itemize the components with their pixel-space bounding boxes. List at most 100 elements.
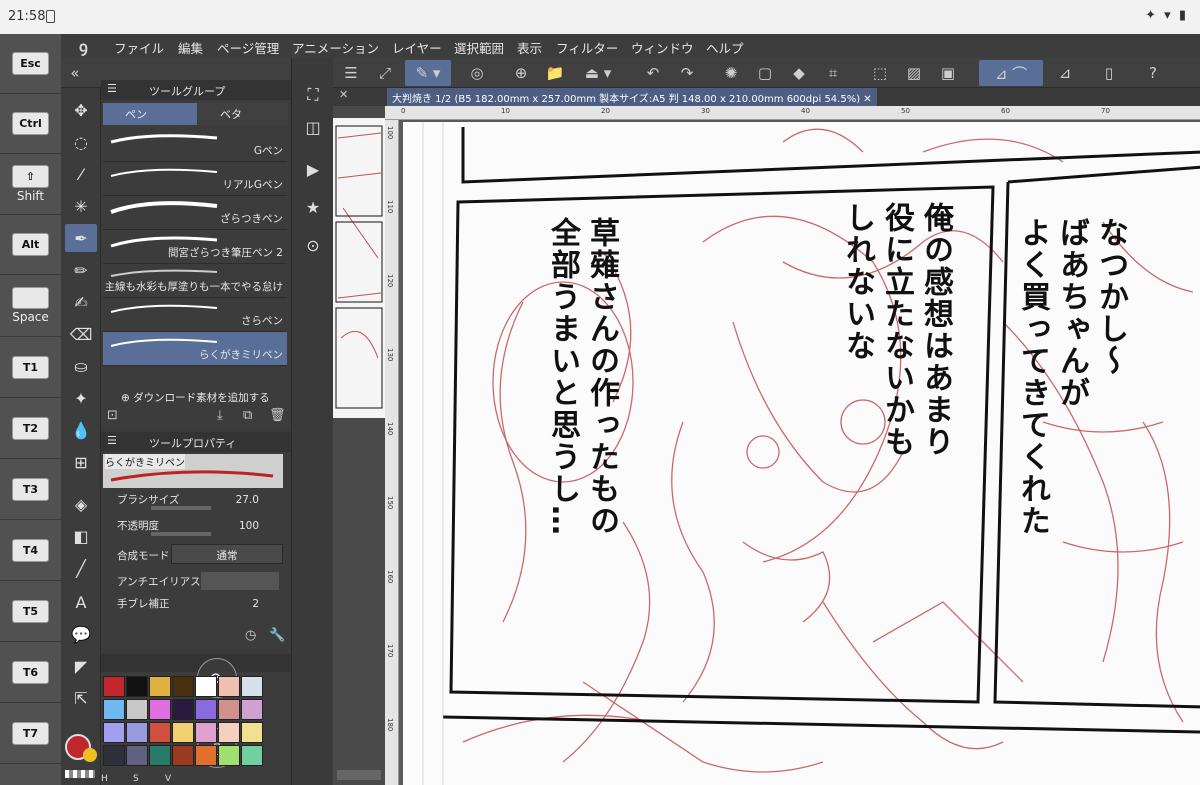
favorites-icon[interactable]: ★	[298, 192, 328, 222]
panel-settings-icon[interactable]: ⊡	[107, 408, 118, 423]
esc-key[interactable]: Esc	[0, 34, 61, 94]
color-swatch[interactable]	[218, 745, 240, 766]
close-icon[interactable]: ✕	[333, 88, 385, 106]
frame-cut-icon[interactable]: ◤	[65, 652, 97, 680]
duplicate-icon[interactable]: ⧉	[243, 408, 252, 423]
brush-item[interactable]: ざらつきペン	[103, 196, 287, 230]
layer-icon[interactable]: ◫	[298, 112, 328, 142]
ruler-snap-icon[interactable]: ⊿ ⌒	[979, 60, 1043, 86]
space-key[interactable]: Space	[0, 275, 61, 337]
record-icon[interactable]: ◎	[463, 60, 491, 86]
anti-alias-row[interactable]: アンチエイリアス	[101, 570, 291, 592]
color-swatch[interactable]	[241, 722, 263, 743]
download-material-button[interactable]: ⊕ ダウンロード素材を追加する	[121, 390, 270, 405]
menu-animation[interactable]: アニメーション	[292, 38, 379, 57]
t6-key[interactable]: T6	[0, 642, 61, 703]
pen-tool-icon[interactable]: ✒	[65, 224, 97, 252]
menu-selection[interactable]: 選択範囲	[454, 38, 504, 57]
menu-page[interactable]: ページ管理	[217, 38, 279, 57]
save-icon[interactable]: ⏏ ▾	[575, 60, 621, 86]
color-swatch[interactable]	[195, 699, 217, 720]
fit-canvas-icon[interactable]: ⤢	[371, 60, 399, 86]
hamburger-menu-icon[interactable]: ☰	[337, 60, 365, 86]
menu-file[interactable]: ファイル	[114, 38, 164, 57]
tab-fill[interactable]: ベタ	[198, 103, 288, 125]
brush-item[interactable]: リアルGペン	[103, 162, 287, 196]
anti-alias-options[interactable]	[201, 572, 279, 590]
speech-text-middle[interactable]: 俺の感想はあまり 役に立たないかも しれないな	[838, 202, 955, 602]
speech-text-right[interactable]: なつかし〜 ばあちゃんが よく買ってきてくれた	[1013, 217, 1130, 687]
brush-item[interactable]: さらペン	[103, 298, 287, 332]
blend-mode-select[interactable]: 通常	[171, 544, 283, 564]
tab-pen[interactable]: ペン	[103, 103, 197, 125]
color-swatch[interactable]	[126, 699, 148, 720]
color-swatch[interactable]	[149, 699, 171, 720]
crop-icon[interactable]: ⌗	[819, 60, 847, 86]
color-swatch[interactable]	[126, 676, 148, 697]
invert-icon[interactable]: ▨	[900, 60, 928, 86]
menu-view[interactable]: 表示	[517, 38, 542, 57]
material-icon[interactable]: ⛶	[298, 80, 328, 110]
color-swatch[interactable]	[126, 722, 148, 743]
t4-key[interactable]: T4	[0, 520, 61, 581]
shift-key[interactable]: ⇧ Shift	[0, 154, 61, 215]
nav-slider[interactable]	[337, 770, 381, 780]
color-swatch[interactable]	[195, 745, 217, 766]
t3-key[interactable]: T3	[0, 459, 61, 520]
tablet-icon[interactable]: ▯	[1095, 60, 1123, 86]
brush-size-row[interactable]: ブラシサイズ 27.0	[101, 492, 291, 514]
color-swatch[interactable]	[218, 722, 240, 743]
deselect-icon[interactable]: ⬚	[866, 60, 894, 86]
color-swatch[interactable]	[149, 745, 171, 766]
grid-icon[interactable]: ⊞	[65, 448, 97, 476]
color-swatch[interactable]	[126, 745, 148, 766]
ctrl-key[interactable]: Ctrl	[0, 94, 61, 154]
gradient-icon[interactable]: ◧	[65, 522, 97, 550]
magic-wand-icon[interactable]: ✳	[65, 192, 97, 220]
undo-icon[interactable]: ↶	[639, 60, 667, 86]
color-swatch[interactable]	[241, 745, 263, 766]
color-swatch[interactable]	[195, 676, 217, 697]
eyedropper-icon[interactable]: ⁄	[65, 160, 97, 188]
document-tab[interactable]: 大判焼き 1/2 (B5 182.00mm x 257.00mm 製本サイズ:A…	[387, 88, 877, 106]
color-swatch[interactable]	[195, 722, 217, 743]
menu-filter[interactable]: フィルター	[556, 38, 618, 57]
color-swatch[interactable]	[218, 699, 240, 720]
menu-window[interactable]: ウィンドウ	[631, 38, 694, 57]
animation-icon[interactable]: ▶	[298, 154, 328, 184]
vector-select-icon[interactable]: ⇱	[65, 684, 97, 712]
blur-icon[interactable]: 💧	[65, 416, 97, 444]
color-swatch[interactable]	[172, 676, 194, 697]
select-icon[interactable]: ▢	[751, 60, 779, 86]
color-swatch[interactable]	[241, 699, 263, 720]
brush-item-selected[interactable]: らくがきミリペン	[103, 332, 287, 366]
pencil-icon[interactable]: ✏	[65, 256, 97, 284]
color-swatch[interactable]	[241, 676, 263, 697]
color-swatch[interactable]	[172, 745, 194, 766]
color-swatch[interactable]	[149, 722, 171, 743]
t1-key[interactable]: T1	[0, 337, 61, 398]
brush-item[interactable]: Gペン	[103, 128, 287, 162]
loading-icon[interactable]: ✺	[717, 60, 745, 86]
drawing-canvas[interactable]: 0 10 20 30 40 50 60 70 100 110 120 130 1…	[385, 106, 1200, 785]
opacity-row[interactable]: 不透明度 100	[101, 518, 291, 540]
redo-icon[interactable]: ↷	[673, 60, 701, 86]
panel-menu-icon[interactable]: ☰	[107, 434, 117, 447]
t7-key[interactable]: T7	[0, 703, 61, 764]
timer-icon[interactable]: ◷	[245, 628, 256, 643]
menu-help[interactable]: ヘルプ	[706, 38, 744, 57]
delete-icon[interactable]: 🗑	[269, 408, 286, 423]
t2-key[interactable]: T2	[0, 398, 61, 459]
navigator-icon[interactable]: ⊙	[298, 230, 328, 260]
navigator-thumbnail[interactable]: ✕	[333, 88, 385, 785]
lasso-icon[interactable]: ◌	[65, 128, 97, 156]
color-swatch[interactable]	[103, 676, 125, 697]
collapse-left-icon[interactable]: «	[61, 60, 89, 86]
color-swatch[interactable]	[103, 722, 125, 743]
sub-color-icon[interactable]	[83, 748, 97, 762]
pen-mode-icon[interactable]: ✎ ▾	[405, 60, 451, 86]
bucket-icon[interactable]: ◈	[65, 490, 97, 518]
color-swatch[interactable]	[218, 676, 240, 697]
copy-icon[interactable]: ⤓	[217, 408, 223, 423]
t5-key[interactable]: T5	[0, 581, 61, 642]
